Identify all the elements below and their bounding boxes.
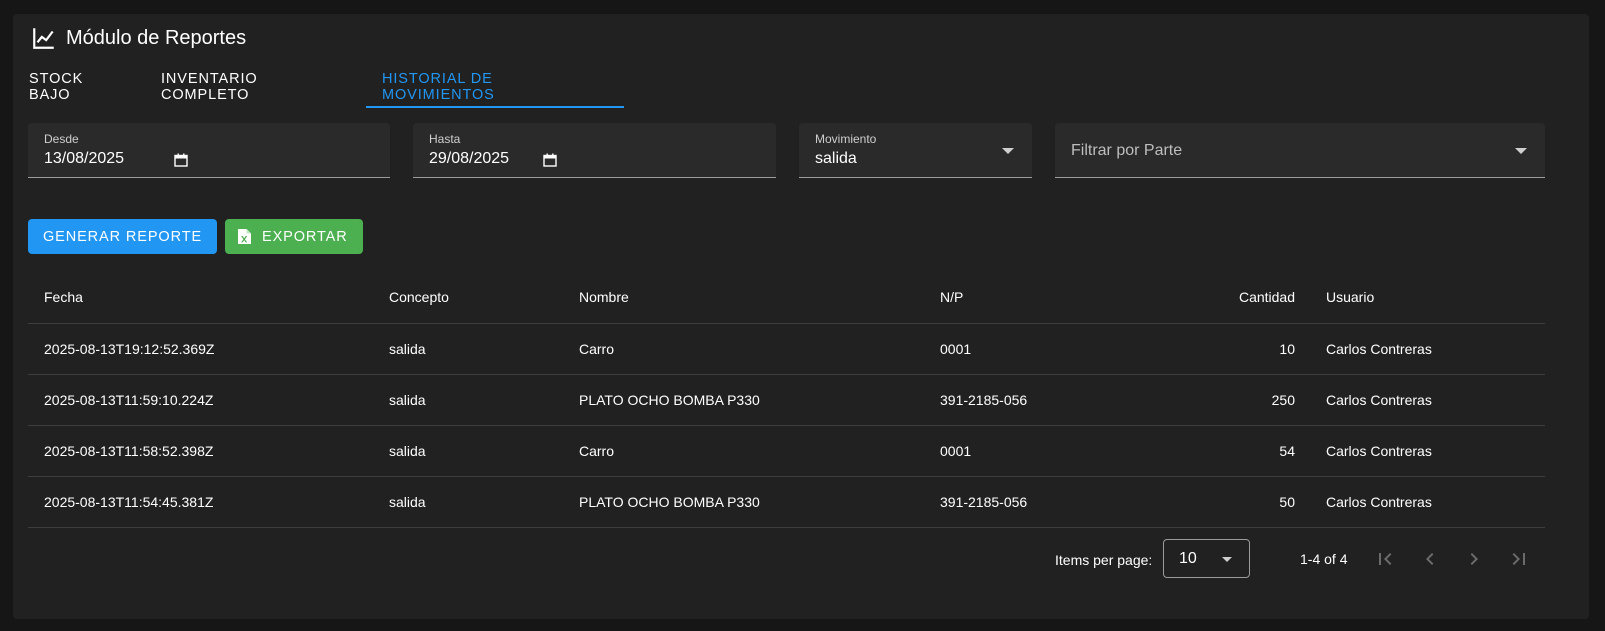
column-header-np[interactable]: N/P — [940, 270, 963, 323]
cell-usuario: Carlos Contreras — [1326, 494, 1432, 510]
table-row: 2025-08-13T11:54:45.381Z salida PLATO OC… — [28, 477, 1545, 528]
desde-date-field[interactable]: Desde 13/08/2025 — [28, 123, 390, 178]
page-range-label: 1-4 of 4 — [1300, 551, 1348, 567]
card-header: Módulo de Reportes — [30, 25, 246, 51]
excel-file-icon — [238, 229, 251, 244]
calendar-icon[interactable] — [174, 153, 188, 167]
cell-nombre: Carro — [579, 341, 615, 357]
page-title: Módulo de Reportes — [66, 26, 247, 49]
cell-nombre: Carro — [579, 443, 615, 459]
cell-fecha: 2025-08-13T11:54:45.381Z — [44, 494, 214, 510]
cell-fecha: 2025-08-13T11:58:52.398Z — [44, 443, 214, 459]
line-chart-icon — [33, 28, 54, 49]
cell-nombre: PLATO OCHO BOMBA P330 — [579, 392, 760, 408]
items-per-page-label: Items per page: — [1055, 552, 1153, 568]
parte-placeholder: Filtrar por Parte — [1071, 142, 1183, 159]
cell-np: 391-2185-056 — [940, 494, 1028, 510]
first-page-button[interactable] — [1373, 547, 1397, 571]
table-row: 2025-08-13T19:12:52.369Z salida Carro 00… — [28, 324, 1545, 375]
cell-np: 0001 — [940, 443, 972, 459]
table-header-row: Fecha Concepto Nombre N/P Cantidad Usuar… — [28, 270, 1545, 324]
cell-cantidad: 10 — [1279, 341, 1295, 357]
chevron-right-icon — [1470, 553, 1478, 565]
column-header-usuario[interactable]: Usuario — [1326, 270, 1374, 323]
hasta-label: Hasta — [429, 132, 461, 146]
reports-card: Módulo de Reportes STOCK BAJO INVENTARIO… — [13, 14, 1589, 619]
column-header-fecha[interactable]: Fecha — [44, 270, 83, 323]
column-header-nombre[interactable]: Nombre — [579, 270, 629, 323]
generate-report-button[interactable]: GENERAR REPORTE — [28, 219, 217, 254]
dropdown-arrow-icon — [1515, 148, 1527, 154]
cell-cantidad: 250 — [1271, 392, 1295, 408]
cell-concepto: salida — [389, 392, 426, 408]
desde-value: 13/08/2025 — [44, 150, 125, 167]
table-paginator: Items per page: 10 1-4 of 4 — [28, 529, 1545, 589]
cell-concepto: salida — [389, 341, 426, 357]
desde-label: Desde — [44, 132, 79, 146]
dropdown-arrow-icon — [1222, 557, 1232, 562]
movimiento-label: Movimiento — [815, 132, 877, 146]
cell-cantidad: 50 — [1279, 494, 1295, 510]
first-page-icon — [1379, 553, 1392, 565]
export-label: EXPORTAR — [262, 228, 348, 245]
export-button[interactable]: EXPORTAR — [225, 219, 363, 254]
cell-fecha: 2025-08-13T11:59:10.224Z — [44, 392, 214, 408]
cell-concepto: salida — [389, 494, 426, 510]
cell-usuario: Carlos Contreras — [1326, 392, 1432, 408]
cell-usuario: Carlos Contreras — [1326, 341, 1432, 357]
cell-cantidad: 54 — [1279, 443, 1295, 459]
column-header-concepto[interactable]: Concepto — [389, 270, 449, 323]
cell-fecha: 2025-08-13T19:12:52.369Z — [44, 341, 215, 357]
next-page-button[interactable] — [1462, 547, 1486, 571]
last-page-button[interactable] — [1507, 547, 1531, 571]
movements-table: Fecha Concepto Nombre N/P Cantidad Usuar… — [28, 270, 1545, 528]
cell-nombre: PLATO OCHO BOMBA P330 — [579, 494, 760, 510]
dropdown-arrow-icon — [1002, 148, 1014, 154]
chevron-left-icon — [1426, 553, 1434, 565]
movimiento-value: salida — [815, 150, 857, 167]
hasta-value: 29/08/2025 — [429, 150, 510, 167]
page-size-select[interactable]: 10 — [1163, 539, 1250, 578]
tab-historial-movimientos[interactable]: HISTORIAL DE MOVIMIENTOS — [366, 67, 624, 108]
previous-page-button[interactable] — [1418, 547, 1442, 571]
movimiento-select[interactable]: Movimiento salida — [799, 123, 1032, 178]
cell-np: 0001 — [940, 341, 972, 357]
calendar-icon[interactable] — [543, 153, 557, 167]
tab-stock-bajo[interactable]: STOCK BAJO — [13, 67, 145, 107]
last-page-icon — [1512, 553, 1525, 565]
parte-filter-select[interactable]: Filtrar por Parte — [1055, 123, 1545, 178]
table-row: 2025-08-13T11:58:52.398Z salida Carro 00… — [28, 426, 1545, 477]
cell-concepto: salida — [389, 443, 426, 459]
hasta-date-field[interactable]: Hasta 29/08/2025 — [413, 123, 776, 178]
report-tabs: STOCK BAJO INVENTARIO COMPLETO HISTORIAL… — [13, 67, 624, 121]
cell-usuario: Carlos Contreras — [1326, 443, 1432, 459]
cell-np: 391-2185-056 — [940, 392, 1028, 408]
page-size-value: 10 — [1179, 550, 1197, 567]
tab-inventario-completo[interactable]: INVENTARIO COMPLETO — [145, 67, 366, 107]
column-header-cantidad[interactable]: Cantidad — [1239, 270, 1295, 323]
table-row: 2025-08-13T11:59:10.224Z salida PLATO OC… — [28, 375, 1545, 426]
